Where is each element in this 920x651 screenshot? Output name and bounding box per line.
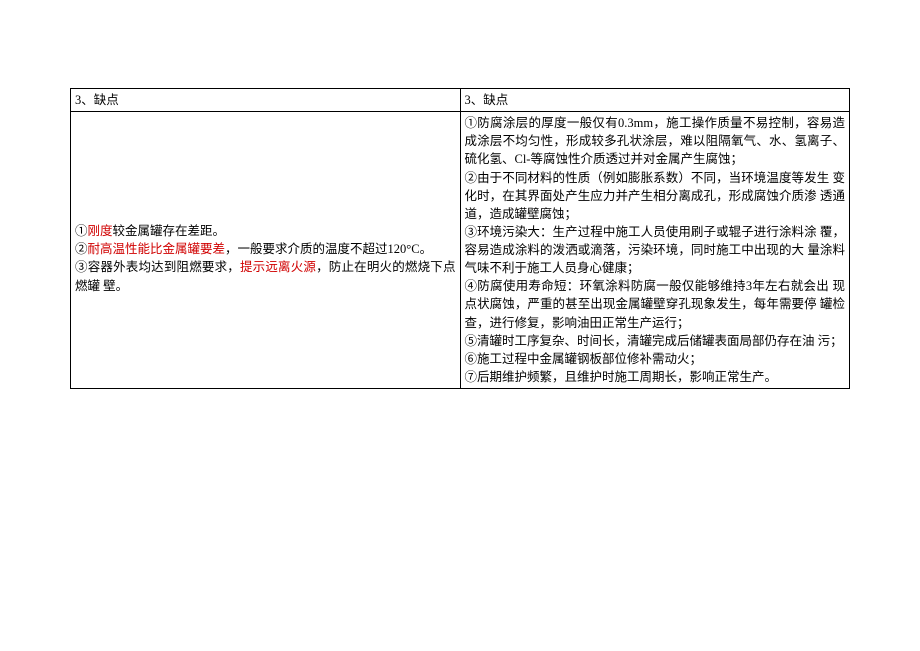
table-body-row: ①刚度较金属罐存在差距。 ②耐高温性能比金属罐要差，一般要求介质的温度不超过12… [71,112,850,389]
l3-prefix: ③容器外表均达到阻燃要求， [75,260,240,274]
right-p5: ⑤清罐时工序复杂、时间长，清罐完成后储罐表面局部仍存在油 污； [465,332,846,350]
comparison-table: 3、缺点 3、缺点 ①刚度较金属罐存在差距。 ②耐高温性能比金属罐要差，一般要求… [70,88,850,389]
right-p6: ⑥施工过程中金属罐钢板部位修补需动火； [465,350,846,368]
right-p2: ②由于不同材料的性质（例如膨胀系数）不同，当环境温度等发生 变化时，在其界面处产… [465,169,846,223]
l1-rest: 较金属罐存在差距。 [113,224,226,238]
left-line-1: ①刚度较金属罐存在差距。 [75,222,456,240]
table-header-row: 3、缺点 3、缺点 [71,89,850,112]
left-content: ①刚度较金属罐存在差距。 ②耐高温性能比金属罐要差，一般要求介质的温度不超过12… [75,114,456,295]
page: 3、缺点 3、缺点 ①刚度较金属罐存在差距。 ②耐高温性能比金属罐要差，一般要求… [0,0,920,651]
l2-prefix: ② [75,242,88,256]
right-p1: ①防腐涂层的厚度一般仅有0.3mm，施工操作质量不易控制，容易造 成涂层不均匀性… [465,114,846,168]
left-cell: ①刚度较金属罐存在差距。 ②耐高温性能比金属罐要差，一般要求介质的温度不超过12… [71,112,461,389]
right-cell: ①防腐涂层的厚度一般仅有0.3mm，施工操作质量不易控制，容易造 成涂层不均匀性… [460,112,850,389]
l1-red: 刚度 [88,224,113,238]
right-p4: ④防腐使用寿命短：环氧涂料防腐一般仅能够维持3年左右就会出 现点状腐蚀，严重的甚… [465,277,846,331]
l2-rest: ，一般要求介质的温度不超过120°C。 [225,242,432,256]
right-p7: ⑦后期维护频繁，且维护时施工周期长，影响正常生产。 [465,368,846,386]
header-left: 3、缺点 [71,89,461,112]
l1-prefix: ① [75,224,88,238]
l3-red: 提示远离火源 [240,260,316,274]
l2-red: 耐高温性能比金属罐要差 [88,242,226,256]
left-line-2: ②耐高温性能比金属罐要差，一般要求介质的温度不超过120°C。 [75,240,456,258]
right-p3: ③环境污染大：生产过程中施工人员使用刷子或辊子进行涂料涂 覆，容易造成涂料的泼洒… [465,223,846,277]
header-right: 3、缺点 [460,89,850,112]
left-line-3: ③容器外表均达到阻燃要求，提示远离火源，防止在明火的燃烧下点燃罐 壁。 [75,258,456,294]
